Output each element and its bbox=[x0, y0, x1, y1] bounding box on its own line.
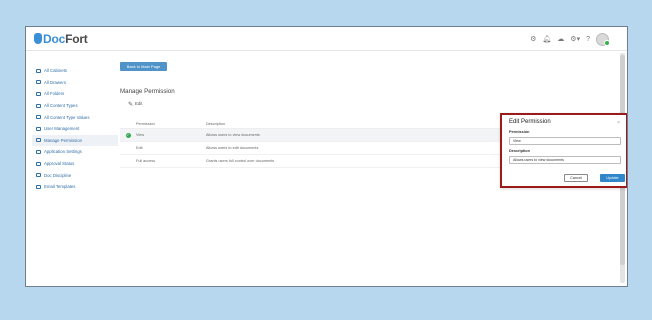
sidebar: All Cabinets All Drawers All Folders All… bbox=[32, 65, 118, 193]
sidebar-item-label: Manage Permission bbox=[44, 137, 82, 143]
sidebar-item-manage-permission[interactable]: Manage Permission bbox=[32, 134, 118, 147]
sidebar-item-all-folders[interactable]: All Folders bbox=[32, 88, 118, 100]
edit-permission-dialog: Edit Permission × Permission Description… bbox=[500, 113, 627, 188]
cell-permission: View bbox=[136, 133, 145, 137]
permission-input[interactable] bbox=[509, 137, 621, 145]
cloud-icon[interactable]: ☁ bbox=[557, 35, 564, 45]
edit-button[interactable]: ✎ Edit bbox=[128, 101, 142, 108]
cell-description: Allows users to view documents bbox=[206, 133, 260, 137]
edit-label: Edit bbox=[135, 101, 143, 106]
sidebar-item-application-settings[interactable]: Application Settings bbox=[32, 146, 118, 158]
update-button[interactable]: Update bbox=[600, 174, 625, 182]
sidebar-item-label: Email Templates bbox=[44, 184, 76, 190]
folder-icon bbox=[36, 91, 41, 96]
permission-label: Permission bbox=[509, 130, 530, 134]
back-to-main-button[interactable]: Back to Main Page bbox=[120, 62, 167, 71]
content-values-icon bbox=[36, 115, 41, 120]
content-type-icon bbox=[36, 103, 41, 108]
check-icon[interactable]: ✓ bbox=[125, 132, 131, 138]
sidebar-item-label: All Content Types bbox=[44, 103, 78, 109]
pencil-icon: ✎ bbox=[128, 102, 134, 108]
approval-icon bbox=[36, 161, 41, 166]
sidebar-item-user-management[interactable]: User Management bbox=[32, 123, 118, 135]
sidebar-item-label: All Folders bbox=[44, 91, 65, 97]
sidebar-item-approval-status[interactable]: Approval Status bbox=[32, 158, 118, 170]
sidebar-item-label: Application Settings bbox=[44, 149, 82, 155]
logo-doc-text: Doc bbox=[43, 32, 66, 46]
sidebar-item-all-drawers[interactable]: All Drawers bbox=[32, 77, 118, 89]
cell-description: Allows users to edit documents bbox=[206, 146, 259, 150]
drawer-icon bbox=[36, 80, 41, 85]
description-input[interactable] bbox=[509, 156, 621, 164]
page-title: Manage Permission bbox=[120, 88, 175, 95]
sidebar-item-all-content-types[interactable]: All Content Types bbox=[32, 100, 118, 112]
gear-icon[interactable]: ⚙▾ bbox=[570, 35, 580, 45]
settings-icon[interactable]: ⚙ bbox=[530, 35, 536, 45]
cell-permission: Edit bbox=[136, 146, 143, 150]
logo-fort-text: Fort bbox=[65, 32, 88, 46]
email-icon bbox=[36, 184, 41, 189]
permission-icon bbox=[36, 138, 41, 143]
cancel-button[interactable]: Cancel bbox=[564, 174, 588, 182]
cabinet-icon bbox=[36, 68, 41, 73]
help-icon[interactable]: ? bbox=[586, 35, 590, 45]
sidebar-item-label: Doc Discipline bbox=[44, 172, 72, 178]
sidebar-item-doc-discipline[interactable]: Doc Discipline bbox=[32, 169, 118, 181]
sidebar-item-label: All Cabinets bbox=[44, 68, 67, 74]
discipline-icon bbox=[36, 173, 41, 178]
sidebar-item-label: User Management bbox=[44, 126, 80, 132]
close-icon[interactable]: × bbox=[617, 120, 620, 126]
description-label: Description bbox=[509, 149, 530, 153]
app-logo[interactable]: DocFort bbox=[34, 32, 88, 46]
top-bar: DocFort ⚙ 🔔︎ ☁ ⚙▾ ? bbox=[26, 27, 627, 51]
column-header-permission[interactable]: Permission bbox=[136, 122, 206, 126]
cell-description: Grants users full control over documents bbox=[206, 159, 275, 163]
bell-icon[interactable]: 🔔︎ bbox=[542, 35, 551, 45]
top-icons: ⚙ 🔔︎ ☁ ⚙▾ ? bbox=[530, 33, 610, 46]
sidebar-item-label: All Content Type Values bbox=[44, 114, 90, 120]
sidebar-item-label: All Drawers bbox=[44, 79, 66, 85]
dialog-title: Edit Permission bbox=[509, 119, 551, 125]
logo-icon bbox=[34, 33, 42, 44]
settings-icon bbox=[36, 149, 41, 154]
avatar[interactable] bbox=[596, 33, 610, 46]
column-header-description[interactable]: Description bbox=[206, 122, 506, 126]
sidebar-item-label: Approval Status bbox=[44, 161, 75, 167]
user-icon bbox=[36, 126, 41, 131]
sidebar-item-all-content-type-values[interactable]: All Content Type Values bbox=[32, 111, 118, 123]
sidebar-item-email-templates[interactable]: Email Templates bbox=[32, 181, 118, 193]
app-window: DocFort ⚙ 🔔︎ ☁ ⚙▾ ? All Cabinets All Dra… bbox=[25, 26, 628, 287]
cell-permission: Full access bbox=[136, 159, 155, 163]
sidebar-item-all-cabinets[interactable]: All Cabinets bbox=[32, 65, 118, 77]
